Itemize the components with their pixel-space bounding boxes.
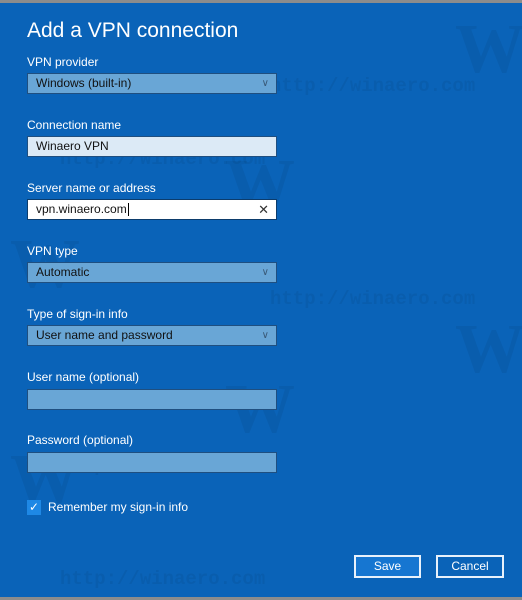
remember-signin-label: Remember my sign-in info xyxy=(48,500,189,514)
vpn-provider-dropdown[interactable]: Windows (built-in) ∨ xyxy=(27,73,277,94)
clear-icon[interactable]: ✕ xyxy=(258,200,269,219)
chevron-down-icon: ∨ xyxy=(261,78,269,89)
vpn-type-value: Automatic xyxy=(36,265,90,279)
save-button[interactable]: Save xyxy=(354,555,421,578)
window-top-border xyxy=(0,0,522,3)
vpn-provider-label: VPN provider xyxy=(27,55,99,69)
watermark-text: http://winaero.com xyxy=(270,75,476,97)
password-label: Password (optional) xyxy=(27,433,134,447)
cancel-button[interactable]: Cancel xyxy=(436,555,504,578)
remember-signin-checkbox[interactable]: ✓ xyxy=(27,499,41,515)
server-label: Server name or address xyxy=(27,181,156,195)
connection-name-value: Winaero VPN xyxy=(36,139,109,153)
checkmark-icon: ✓ xyxy=(28,499,40,514)
password-input[interactable] xyxy=(27,452,277,473)
dialog-title: Add a VPN connection xyxy=(27,19,239,42)
signin-type-label: Type of sign-in info xyxy=(27,307,128,321)
chevron-down-icon: ∨ xyxy=(261,267,269,278)
vpn-provider-value: Windows (built-in) xyxy=(36,76,132,90)
username-label: User name (optional) xyxy=(27,370,140,384)
watermark-logo: W xyxy=(225,370,295,450)
server-input[interactable]: vpn.winaero.com ✕ xyxy=(27,199,277,220)
watermark-logo: W xyxy=(455,311,522,388)
watermark-text: http://winaero.com xyxy=(60,568,266,590)
chevron-down-icon: ∨ xyxy=(261,330,269,341)
connection-name-input[interactable]: Winaero VPN xyxy=(27,136,277,157)
connection-name-label: Connection name xyxy=(27,118,122,132)
server-value: vpn.winaero.com xyxy=(36,202,127,216)
remember-signin-row[interactable]: ✓ Remember my sign-in info xyxy=(27,499,188,515)
watermark-text: http://winaero.com xyxy=(270,288,476,310)
vpn-type-dropdown[interactable]: Automatic ∨ xyxy=(27,262,277,283)
vpn-type-label: VPN type xyxy=(27,244,78,258)
signin-type-value: User name and password xyxy=(36,328,173,342)
username-input[interactable] xyxy=(27,389,277,410)
text-caret xyxy=(127,203,129,217)
signin-type-dropdown[interactable]: User name and password ∨ xyxy=(27,325,277,346)
